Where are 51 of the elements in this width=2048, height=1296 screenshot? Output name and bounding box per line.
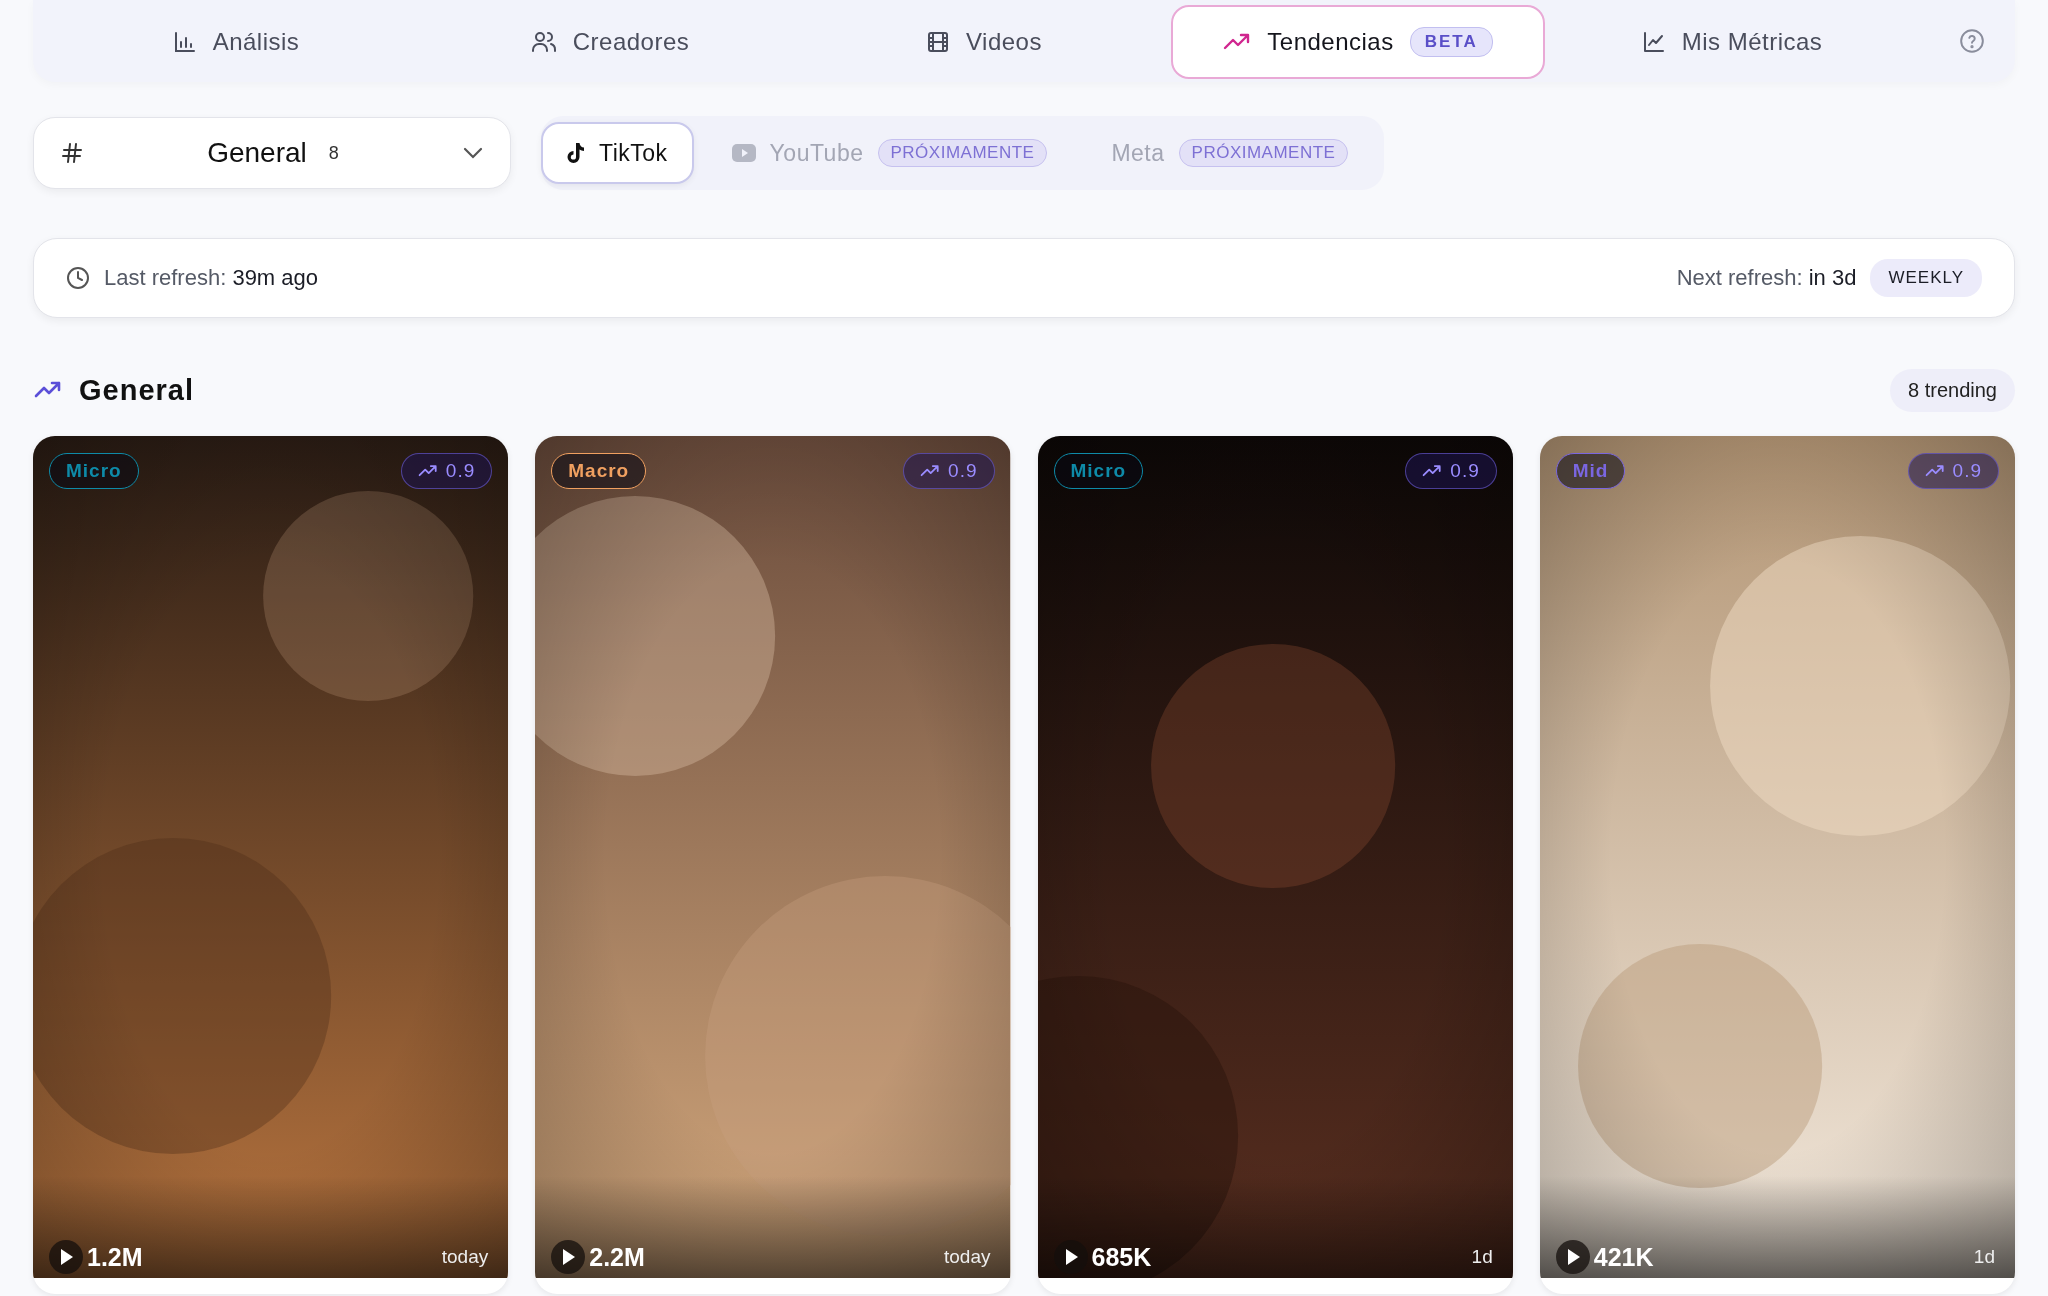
line-chart-icon [1641, 30, 1666, 54]
trending-count-badge: 8 trending [1890, 368, 2015, 412]
play-icon [551, 1240, 586, 1274]
score-badge: 0.9 [1907, 453, 1999, 489]
platform-tab[interactable]: TikTok [541, 122, 694, 184]
help-icon[interactable] [1959, 28, 1985, 54]
film-icon [926, 30, 950, 54]
tier-badge: Mid [1555, 453, 1626, 489]
chevron-down-icon [462, 146, 484, 160]
trending-up-icon [33, 380, 63, 400]
tier-badge: Micro [1053, 453, 1144, 489]
hash-icon [60, 141, 84, 165]
view-count: 2.2M [589, 1242, 645, 1272]
section-title: General [79, 373, 194, 407]
view-count: 421K [1593, 1242, 1654, 1272]
view-count: 1.2M [87, 1242, 143, 1272]
next-refresh-text: Next refresh: in 3d [1676, 265, 1857, 291]
music-note-icon [567, 142, 585, 164]
nav-tab[interactable]: Videos [797, 5, 1171, 79]
nav-tab[interactable]: Análisis [49, 5, 423, 79]
view-count: 685K [1091, 1242, 1152, 1272]
play-icon [1555, 1240, 1590, 1274]
tier-badge: Macro [551, 453, 647, 489]
beta-badge: BETA [1409, 27, 1493, 57]
coming-soon-badge: PRÓXIMAMENTE [877, 139, 1048, 167]
category-count: 8 [328, 142, 339, 164]
play-icon [49, 1240, 83, 1274]
category-dropdown[interactable]: General 8 [33, 117, 511, 189]
nav-tab[interactable]: Mis Métricas [1545, 5, 1919, 79]
post-age: today [441, 1246, 489, 1268]
users-icon [530, 30, 557, 54]
post-age: today [944, 1246, 991, 1268]
score-badge: 0.9 [1405, 453, 1497, 489]
clock-icon [66, 266, 90, 290]
trending-up-icon [1223, 32, 1252, 52]
tier-badge: Micro [49, 453, 139, 489]
trending-up-icon [1422, 464, 1443, 478]
score-badge: 0.9 [400, 453, 493, 489]
bar-chart-icon [172, 30, 197, 54]
last-refresh-text: Last refresh: 39m ago [104, 265, 318, 291]
trending-up-icon [920, 464, 941, 478]
coming-soon-badge: PRÓXIMAMENTE [1178, 139, 1349, 167]
post-age: 1d [1471, 1246, 1493, 1268]
frequency-badge: WEEKLY [1870, 259, 1982, 297]
score-badge: 0.9 [903, 453, 995, 489]
nav-tab[interactable]: Tendencias BETA [1171, 5, 1545, 79]
nav-tab[interactable]: Creadores [423, 5, 797, 79]
trending-up-icon [417, 464, 438, 478]
post-age: 1d [1973, 1246, 1995, 1268]
trending-up-icon [1924, 464, 1945, 478]
play-icon [731, 144, 756, 162]
